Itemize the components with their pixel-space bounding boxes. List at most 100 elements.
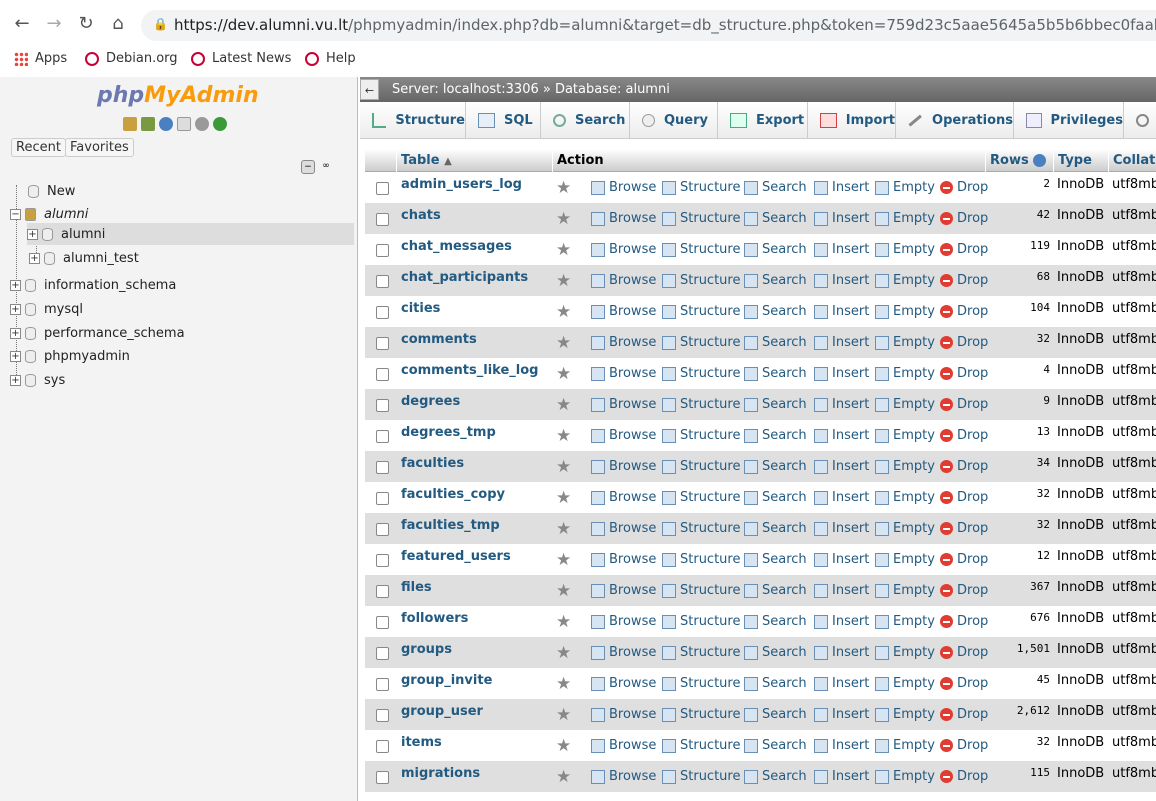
- browse-action[interactable]: Browse: [591, 420, 656, 451]
- row-checkbox[interactable]: [376, 771, 389, 784]
- insert-action[interactable]: Insert: [814, 637, 869, 668]
- search-action[interactable]: Search: [744, 327, 807, 358]
- empty-action[interactable]: Empty: [875, 575, 935, 606]
- structure-action[interactable]: Structure: [662, 389, 740, 420]
- insert-action[interactable]: Insert: [814, 451, 869, 482]
- row-checkbox[interactable]: [376, 275, 389, 288]
- recent-tab[interactable]: Recent: [11, 138, 66, 157]
- insert-action[interactable]: Insert: [814, 482, 869, 513]
- table-name-link[interactable]: followers: [401, 606, 468, 637]
- structure-action[interactable]: Structure: [662, 699, 740, 730]
- bookmark-help[interactable]: Help: [305, 51, 356, 66]
- row-checkbox[interactable]: [376, 585, 389, 598]
- row-checkbox[interactable]: [376, 554, 389, 567]
- header-collation[interactable]: Collatio: [1109, 149, 1156, 172]
- search-action[interactable]: Search: [744, 730, 807, 761]
- structure-action[interactable]: Structure: [662, 327, 740, 358]
- insert-action[interactable]: Insert: [814, 296, 869, 327]
- sort-type-link[interactable]: Type: [1058, 153, 1092, 168]
- search-action[interactable]: Search: [744, 296, 807, 327]
- table-name-link[interactable]: migrations: [401, 761, 480, 792]
- table-name-link[interactable]: faculties_tmp: [401, 513, 500, 544]
- favorite-star-icon[interactable]: ★: [556, 178, 571, 198]
- back-arrow-icon[interactable]: ←: [360, 79, 379, 100]
- header-table[interactable]: Table ▲: [397, 149, 553, 172]
- tab-query[interactable]: Query: [630, 102, 718, 139]
- empty-action[interactable]: Empty: [875, 172, 935, 203]
- row-checkbox[interactable]: [376, 337, 389, 350]
- insert-action[interactable]: Insert: [814, 389, 869, 420]
- favorite-star-icon[interactable]: ★: [556, 488, 571, 508]
- search-action[interactable]: Search: [744, 172, 807, 203]
- structure-action[interactable]: Structure: [662, 575, 740, 606]
- tab-sql[interactable]: SQL: [466, 102, 541, 139]
- empty-action[interactable]: Empty: [875, 327, 935, 358]
- table-name-link[interactable]: admin_users_log: [401, 172, 522, 203]
- search-action[interactable]: Search: [744, 420, 807, 451]
- insert-action[interactable]: Insert: [814, 699, 869, 730]
- tab-privileges[interactable]: Privileges: [1014, 102, 1124, 139]
- breadcrumb-text[interactable]: Server: localhost:3306 » Database: alumn…: [392, 77, 670, 102]
- row-checkbox[interactable]: [376, 182, 389, 195]
- browse-action[interactable]: Browse: [591, 203, 656, 234]
- structure-action[interactable]: Structure: [662, 637, 740, 668]
- phpmyadmin-logo[interactable]: phpMyAdmin: [97, 83, 259, 108]
- sort-rows-link[interactable]: Rows: [990, 153, 1029, 168]
- settings-gear-icon[interactable]: [195, 117, 209, 131]
- favorites-tab[interactable]: Favorites: [65, 138, 134, 157]
- empty-action[interactable]: Empty: [875, 668, 935, 699]
- table-name-link[interactable]: comments: [401, 327, 477, 358]
- tree-db-mysql[interactable]: + mysql: [10, 298, 83, 320]
- favorite-star-icon[interactable]: ★: [556, 612, 571, 632]
- empty-action[interactable]: Empty: [875, 637, 935, 668]
- expand-icon[interactable]: +: [10, 303, 21, 315]
- insert-action[interactable]: Insert: [814, 327, 869, 358]
- empty-action[interactable]: Empty: [875, 420, 935, 451]
- favorite-star-icon[interactable]: ★: [556, 674, 571, 694]
- reload-icon[interactable]: ↻: [74, 12, 98, 36]
- table-name-link[interactable]: group_user: [401, 699, 483, 730]
- empty-action[interactable]: Empty: [875, 761, 935, 792]
- search-action[interactable]: Search: [744, 358, 807, 389]
- link-icon[interactable]: ∞: [319, 160, 333, 174]
- help-icon[interactable]: [1033, 154, 1047, 167]
- browse-action[interactable]: Browse: [591, 296, 656, 327]
- browse-action[interactable]: Browse: [591, 327, 656, 358]
- table-name-link[interactable]: chat_messages: [401, 234, 512, 265]
- row-checkbox[interactable]: [376, 368, 389, 381]
- insert-action[interactable]: Insert: [814, 234, 869, 265]
- browse-action[interactable]: Browse: [591, 730, 656, 761]
- favorite-star-icon[interactable]: ★: [556, 519, 571, 539]
- tab-search[interactable]: Search: [541, 102, 630, 139]
- structure-action[interactable]: Structure: [662, 420, 740, 451]
- browse-action[interactable]: Browse: [591, 513, 656, 544]
- favorite-star-icon[interactable]: ★: [556, 457, 571, 477]
- structure-action[interactable]: Structure: [662, 668, 740, 699]
- empty-action[interactable]: Empty: [875, 482, 935, 513]
- browse-action[interactable]: Browse: [591, 265, 656, 296]
- table-name-link[interactable]: degrees: [401, 389, 460, 420]
- insert-action[interactable]: Insert: [814, 203, 869, 234]
- structure-action[interactable]: Structure: [662, 203, 740, 234]
- row-checkbox[interactable]: [376, 306, 389, 319]
- home-icon[interactable]: ⌂: [106, 12, 130, 36]
- favorite-star-icon[interactable]: ★: [556, 581, 571, 601]
- browse-action[interactable]: Browse: [591, 699, 656, 730]
- favorite-star-icon[interactable]: ★: [556, 643, 571, 663]
- logout-icon[interactable]: [141, 117, 155, 131]
- search-action[interactable]: Search: [744, 637, 807, 668]
- empty-action[interactable]: Empty: [875, 265, 935, 296]
- search-action[interactable]: Search: [744, 482, 807, 513]
- row-checkbox[interactable]: [376, 244, 389, 257]
- table-name-link[interactable]: comments_like_log: [401, 358, 538, 389]
- insert-action[interactable]: Insert: [814, 358, 869, 389]
- row-checkbox[interactable]: [376, 213, 389, 226]
- structure-action[interactable]: Structure: [662, 296, 740, 327]
- tree-new-database[interactable]: New: [28, 180, 75, 202]
- tree-db-phpmyadmin[interactable]: + phpmyadmin: [10, 345, 130, 367]
- table-name-link[interactable]: faculties_copy: [401, 482, 505, 513]
- tab-export[interactable]: Export: [718, 102, 808, 139]
- browse-action[interactable]: Browse: [591, 637, 656, 668]
- structure-action[interactable]: Structure: [662, 730, 740, 761]
- favorite-star-icon[interactable]: ★: [556, 302, 571, 322]
